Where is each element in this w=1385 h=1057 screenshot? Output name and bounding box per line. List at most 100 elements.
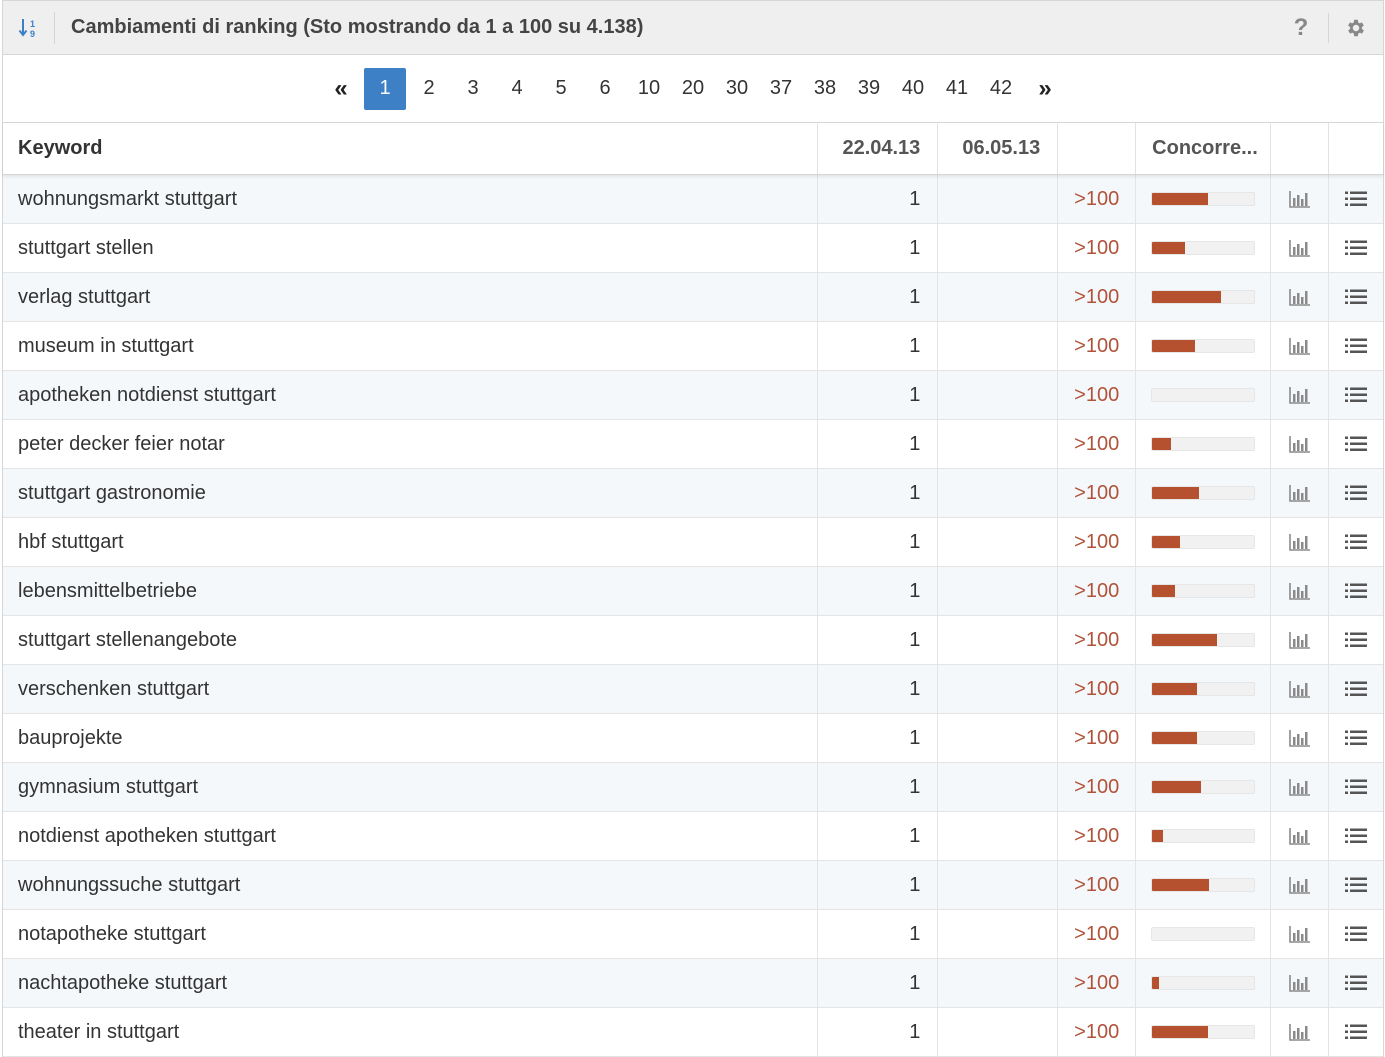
bar-chart-icon [1288, 582, 1311, 600]
keyword-cell[interactable]: hbf stuttgart [3, 518, 819, 566]
date2-position-cell [938, 763, 1059, 811]
keyword-cell[interactable]: museum in stuttgart [3, 322, 819, 370]
chart-button[interactable] [1271, 420, 1330, 468]
pagination-page[interactable]: 40 [892, 68, 934, 110]
sort-numeric-icon[interactable]: 1 9 [3, 11, 55, 44]
change-cell: >100 [1058, 322, 1137, 370]
chart-button[interactable] [1271, 518, 1330, 566]
date1-position-cell: 1 [818, 469, 939, 517]
column-header-change[interactable] [1058, 123, 1137, 174]
chart-button[interactable] [1271, 959, 1330, 1007]
keyword-cell[interactable]: wohnungsmarkt stuttgart [3, 175, 819, 223]
details-button[interactable] [1329, 518, 1383, 566]
chart-button[interactable] [1271, 1008, 1330, 1056]
details-button[interactable] [1329, 959, 1383, 1007]
keyword-cell[interactable]: notapotheke stuttgart [3, 910, 819, 958]
details-button[interactable] [1329, 371, 1383, 419]
keyword-cell[interactable]: verschenken stuttgart [3, 665, 819, 713]
keyword-cell[interactable]: peter decker feier notar [3, 420, 819, 468]
pagination-page[interactable]: 30 [716, 68, 758, 110]
chart-button[interactable] [1271, 910, 1330, 958]
chart-button[interactable] [1271, 175, 1330, 223]
bar-chart-icon [1288, 974, 1311, 992]
details-button[interactable] [1329, 812, 1383, 860]
table-row: stuttgart stellenangebote 1 >100 [3, 616, 1383, 665]
settings-button[interactable] [1329, 1, 1383, 55]
details-button[interactable] [1329, 1008, 1383, 1056]
chart-button[interactable] [1271, 469, 1330, 517]
table-row: stuttgart stellen 1 >100 [3, 224, 1383, 273]
chart-button[interactable] [1271, 616, 1330, 664]
column-header-competition[interactable]: Concorre... [1136, 123, 1272, 174]
bar-chart-icon [1288, 827, 1311, 845]
pagination-page[interactable]: 5 [540, 68, 582, 110]
keyword-cell[interactable]: notdienst apotheken stuttgart [3, 812, 819, 860]
keyword-cell[interactable]: stuttgart stellenangebote [3, 616, 819, 664]
date2-position-cell [938, 469, 1059, 517]
keyword-cell[interactable]: stuttgart gastronomie [3, 469, 819, 517]
pagination-page[interactable]: 37 [760, 68, 802, 110]
keyword-cell[interactable]: nachtapotheke stuttgart [3, 959, 819, 1007]
pagination-next[interactable]: » [1024, 68, 1066, 110]
keyword-cell[interactable]: stuttgart stellen [3, 224, 819, 272]
change-cell: >100 [1058, 616, 1137, 664]
help-button[interactable]: ? [1274, 1, 1328, 55]
keyword-cell[interactable]: wohnungssuche stuttgart [3, 861, 819, 909]
chart-button[interactable] [1271, 812, 1330, 860]
details-button[interactable] [1329, 175, 1383, 223]
chart-button[interactable] [1271, 322, 1330, 370]
pagination-page[interactable]: 42 [980, 68, 1022, 110]
chart-button[interactable] [1271, 714, 1330, 762]
chart-button[interactable] [1271, 665, 1330, 713]
keyword-cell[interactable]: theater in stuttgart [3, 1008, 819, 1056]
competition-bar-fill [1152, 242, 1185, 254]
pagination-page[interactable]: 39 [848, 68, 890, 110]
chart-button[interactable] [1271, 861, 1330, 909]
keyword-cell[interactable]: lebensmittelbetriebe [3, 567, 819, 615]
list-icon [1345, 1023, 1367, 1041]
column-header-date1[interactable]: 22.04.13 [818, 123, 939, 174]
pagination-page[interactable]: 41 [936, 68, 978, 110]
keyword-cell[interactable]: bauprojekte [3, 714, 819, 762]
pagination-page[interactable]: 20 [672, 68, 714, 110]
column-header-keyword[interactable]: Keyword [3, 123, 819, 174]
pagination-page[interactable]: 38 [804, 68, 846, 110]
pagination-page[interactable]: 4 [496, 68, 538, 110]
pagination-page[interactable]: 1 [364, 67, 406, 110]
pagination-page[interactable]: 10 [628, 68, 670, 110]
pagination-page[interactable]: 2 [408, 68, 450, 110]
competition-bar-fill [1152, 585, 1175, 597]
change-cell: >100 [1058, 959, 1137, 1007]
details-button[interactable] [1329, 322, 1383, 370]
change-cell: >100 [1058, 861, 1137, 909]
competition-bar-fill [1152, 977, 1160, 989]
details-button[interactable] [1329, 714, 1383, 762]
chart-button[interactable] [1271, 371, 1330, 419]
details-button[interactable] [1329, 763, 1383, 811]
date1-position-cell: 1 [818, 861, 939, 909]
details-button[interactable] [1329, 665, 1383, 713]
date1-position-cell: 1 [818, 518, 939, 566]
pagination-page[interactable]: 6 [584, 68, 626, 110]
details-button[interactable] [1329, 224, 1383, 272]
pagination-page[interactable]: 3 [452, 68, 494, 110]
details-button[interactable] [1329, 861, 1383, 909]
keyword-cell[interactable]: gymnasium stuttgart [3, 763, 819, 811]
details-button[interactable] [1329, 273, 1383, 321]
pagination-prev[interactable]: « [320, 68, 362, 110]
details-button[interactable] [1329, 469, 1383, 517]
competition-bar [1151, 927, 1256, 941]
bar-chart-icon [1288, 435, 1311, 453]
details-button[interactable] [1329, 567, 1383, 615]
chart-button[interactable] [1271, 763, 1330, 811]
details-button[interactable] [1329, 910, 1383, 958]
details-button[interactable] [1329, 616, 1383, 664]
column-header-date2[interactable]: 06.05.13 [938, 123, 1059, 174]
chart-button[interactable] [1271, 567, 1330, 615]
keyword-cell[interactable]: verlag stuttgart [3, 273, 819, 321]
details-button[interactable] [1329, 420, 1383, 468]
list-icon [1345, 288, 1367, 306]
keyword-cell[interactable]: apotheken notdienst stuttgart [3, 371, 819, 419]
chart-button[interactable] [1271, 224, 1330, 272]
chart-button[interactable] [1271, 273, 1330, 321]
